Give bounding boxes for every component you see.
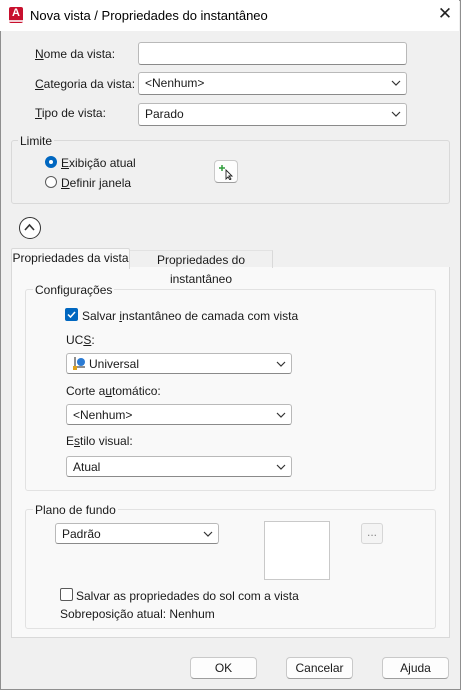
view-name-label: Nome da vista: bbox=[35, 47, 116, 61]
view-name-input[interactable] bbox=[138, 42, 407, 65]
view-category-select[interactable]: <Nenhum> bbox=[138, 72, 407, 95]
checkmark-icon bbox=[67, 311, 76, 319]
view-category-label: Categoria da vista: bbox=[35, 77, 136, 91]
save-sun-properties-label[interactable]: Salvar as propriedades do sol com a vist… bbox=[76, 589, 299, 603]
cancel-button[interactable]: Cancelar bbox=[286, 657, 353, 679]
live-section-value: <Nenhum> bbox=[73, 408, 133, 422]
chevron-up-icon bbox=[24, 223, 35, 231]
live-section-label: Corte automático: bbox=[66, 384, 161, 398]
ucs-select[interactable]: Universal bbox=[66, 353, 292, 374]
save-sun-properties-checkbox[interactable] bbox=[60, 588, 73, 601]
visual-style-label: Estilo visual: bbox=[66, 434, 133, 448]
chevron-down-icon bbox=[391, 80, 401, 86]
tab-snapshot-properties[interactable]: Propriedades do instantâneo bbox=[130, 250, 273, 286]
define-window-radio[interactable] bbox=[45, 176, 57, 188]
save-layer-snapshot-label[interactable]: Salvar instantâneo de camada com vista bbox=[82, 309, 298, 323]
tab-view-properties[interactable]: Propriedades da vista bbox=[11, 248, 130, 269]
dialog-title: Nova vista / Propriedades do instantâneo bbox=[30, 8, 268, 23]
ok-button[interactable]: OK bbox=[190, 657, 257, 679]
define-window-label[interactable]: Definir janela bbox=[61, 176, 131, 190]
live-section-select[interactable]: <Nenhum> bbox=[66, 404, 292, 425]
background-select[interactable]: Padrão bbox=[55, 523, 219, 544]
title-bar: A Nova vista / Propriedades do instantân… bbox=[0, 0, 459, 31]
autocad-app-icon: A bbox=[9, 7, 23, 23]
view-category-value: <Nenhum> bbox=[145, 76, 205, 90]
settings-group-title: Configurações bbox=[33, 283, 115, 297]
chevron-down-icon bbox=[276, 412, 286, 418]
current-override-text: Sobreposição atual: Nenhum bbox=[60, 607, 215, 621]
background-value: Padrão bbox=[62, 527, 101, 541]
current-display-label[interactable]: Exibição atual bbox=[61, 156, 136, 170]
background-group-title: Plano de fundo bbox=[33, 503, 118, 517]
current-display-radio[interactable] bbox=[45, 156, 57, 168]
ucs-icon bbox=[73, 357, 85, 370]
chevron-down-icon bbox=[276, 361, 286, 367]
view-type-label: Tipo de vista: bbox=[35, 106, 106, 120]
chevron-down-icon bbox=[276, 464, 286, 470]
close-icon[interactable]: ✕ bbox=[437, 5, 453, 22]
chevron-down-icon bbox=[203, 531, 213, 537]
view-type-select[interactable]: Parado bbox=[138, 103, 407, 126]
save-layer-snapshot-checkbox[interactable] bbox=[65, 308, 78, 321]
ucs-value: Universal bbox=[89, 357, 140, 371]
chevron-down-icon bbox=[391, 111, 401, 117]
background-preview bbox=[264, 521, 330, 580]
visual-style-select[interactable]: Atual bbox=[66, 456, 292, 477]
window-select-icon bbox=[219, 165, 234, 180]
collapse-toggle-button[interactable] bbox=[19, 217, 41, 239]
help-button[interactable]: Ajuda bbox=[382, 657, 449, 679]
view-type-value: Parado bbox=[145, 107, 184, 121]
background-browse-button[interactable]: ... bbox=[361, 523, 383, 544]
ucs-label: UCS: bbox=[66, 333, 95, 347]
boundary-group-title: Limite bbox=[18, 134, 55, 148]
visual-style-value: Atual bbox=[73, 460, 101, 474]
define-window-pick-button[interactable] bbox=[214, 160, 238, 183]
